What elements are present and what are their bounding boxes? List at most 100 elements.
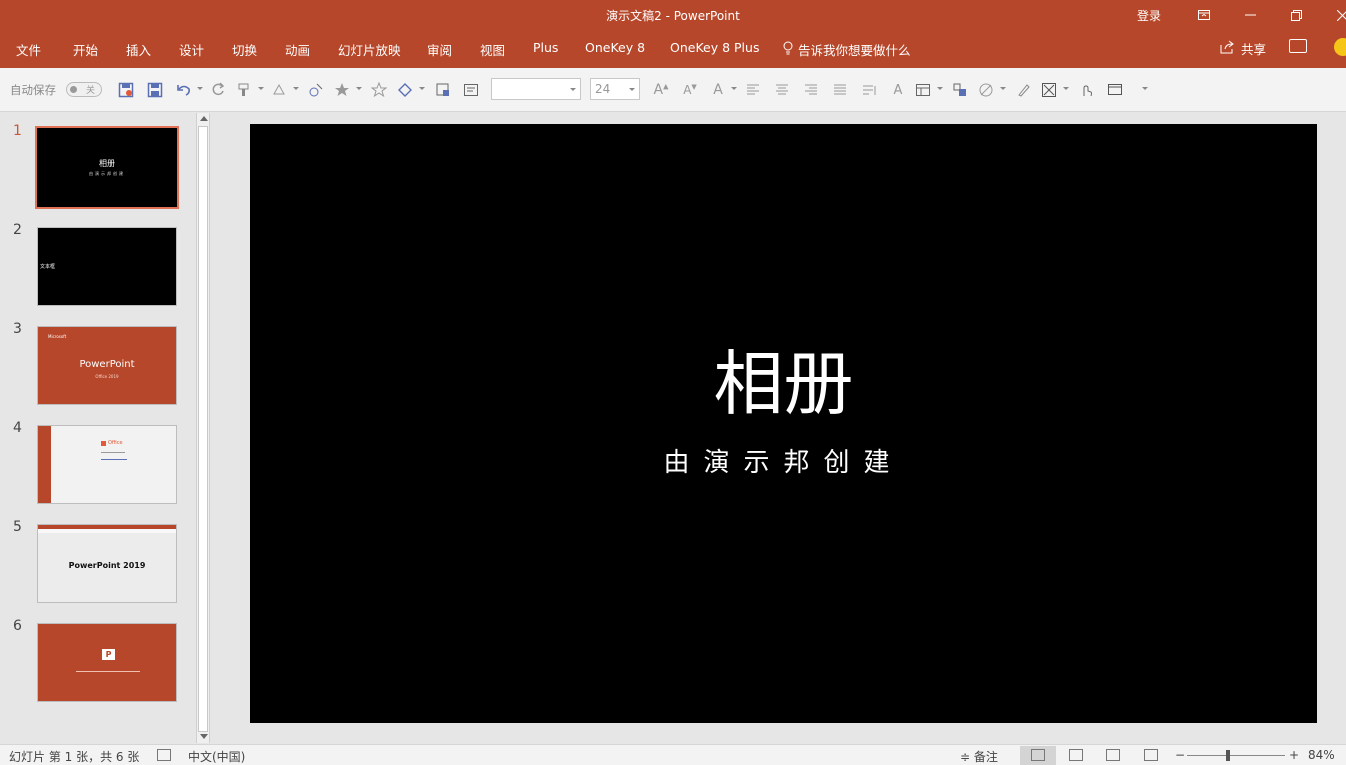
scrollbar-thumb[interactable] [198,126,208,732]
thumbnail-number: 3 [13,321,22,337]
customize-toolbar-icon[interactable] [1142,87,1148,90]
thumbnail-slide-6[interactable]: P [37,623,177,702]
zoom-in-icon[interactable]: + [1289,748,1299,762]
shape-effects-dropdown-icon[interactable] [1000,87,1006,90]
justify-icon[interactable] [831,81,849,99]
thumbnail-slide-3[interactable]: Microsoft PowerPoint Office 2019 [37,326,177,405]
save-icon[interactable] [146,81,164,99]
notes-button[interactable]: ≑ 备注 [960,748,998,765]
thumbnail-title: Office [108,440,123,446]
thumbnail-title: PowerPoint [79,359,135,370]
slide-canvas[interactable]: 相册 由演示邦创建 [250,124,1317,723]
thumbnail-slide-4[interactable]: Office [37,425,177,504]
shape-fill-icon[interactable] [270,81,288,99]
scroll-down-icon[interactable] [200,734,208,739]
slide-title[interactable]: 相册 [250,349,1317,419]
minimize-icon[interactable] [1230,0,1270,30]
zoom-out-icon[interactable]: − [1175,748,1185,762]
thumbnail-slide-1[interactable]: 相册 由演示邦创建 [35,126,179,209]
thumbnail-slide-2[interactable]: 文本框 [37,227,177,306]
clear-format-icon[interactable]: A [889,81,907,99]
slideshow-icon[interactable] [1106,81,1124,99]
align-center-icon[interactable] [773,81,791,99]
redo-icon[interactable] [209,81,227,99]
shape-effects-icon[interactable] [977,81,995,99]
bring-forward-icon[interactable] [307,81,325,99]
thumbnail-scrollbar[interactable] [196,113,210,743]
pen-icon[interactable] [1015,81,1033,99]
comment-icon[interactable] [1289,39,1307,53]
save-as-icon[interactable] [117,81,135,99]
tab-onekey8[interactable]: OneKey 8 [585,40,645,55]
zoom-slider[interactable] [1187,755,1285,756]
normal-view-button[interactable] [1020,746,1056,765]
scroll-up-icon[interactable] [200,116,208,121]
tab-home[interactable]: 开始 [73,40,98,59]
format-painter-icon[interactable] [235,81,253,99]
tell-me-search[interactable]: 告诉我你想要做什么 [782,40,911,59]
tab-transitions[interactable]: 切换 [232,40,257,59]
spellcheck-icon[interactable] [157,749,171,761]
slideshow-view-icon[interactable] [1144,749,1158,761]
shape-fill-dropdown-icon[interactable] [293,87,299,90]
thumbnail-toolbar [38,529,176,533]
ribbon-display-icon[interactable] [1184,0,1224,30]
text-box-icon[interactable] [462,81,480,99]
font-size-dropdown-icon[interactable] [629,88,635,91]
font-color-icon[interactable]: A [709,81,727,99]
thumbnail-number: 2 [13,222,22,238]
undo-icon[interactable] [175,81,193,99]
undo-dropdown-icon[interactable] [197,87,203,90]
tab-animations[interactable]: 动画 [285,40,310,59]
shapes-dropdown-icon[interactable] [419,87,425,90]
animation-icon[interactable] [370,81,388,99]
tab-review[interactable]: 审阅 [427,40,452,59]
zoom-slider-thumb[interactable] [1226,750,1231,761]
tab-insert[interactable]: 插入 [126,40,151,59]
close-icon[interactable] [1322,0,1346,30]
format-painter-dropdown-icon[interactable] [258,87,264,90]
increase-font-icon[interactable]: A▲ [652,81,670,99]
text-direction-icon[interactable] [860,81,878,99]
smiley-feedback-icon[interactable] [1334,38,1346,56]
notes-label: 备注 [973,750,998,764]
layout-icon[interactable] [914,81,932,99]
thumbnail-sidebar [38,426,51,503]
align-left-icon[interactable] [744,81,762,99]
shapes-icon[interactable] [396,81,414,99]
tab-plus[interactable]: Plus [533,40,558,55]
touch-mode-icon[interactable] [1078,81,1096,99]
tab-file[interactable]: 文件 [16,40,41,59]
restore-icon[interactable] [1276,0,1316,30]
reading-view-icon[interactable] [1106,749,1120,761]
decrease-font-icon[interactable]: A▼ [681,81,699,99]
font-name-input[interactable] [491,78,581,100]
language-indicator[interactable]: 中文(中国) [188,748,245,765]
tab-onekey8-plus[interactable]: OneKey 8 Plus [670,40,759,55]
new-slide-icon[interactable] [434,81,452,99]
tab-slideshow[interactable]: 幻灯片放映 [338,40,401,59]
arrange-icon[interactable] [951,81,969,99]
thumbnail-slide-5[interactable]: PowerPoint 2019 [37,524,177,603]
slide-subtitle[interactable]: 由演示邦创建 [250,442,1317,479]
layout-dropdown-icon[interactable] [937,87,943,90]
tab-view[interactable]: 视图 [480,40,505,59]
star-effects-icon[interactable] [333,81,351,99]
thumbnail-title: 文本框 [40,264,56,270]
font-name-dropdown-icon[interactable] [570,88,576,91]
zoom-level[interactable]: 84% [1308,748,1335,762]
normal-view-icon [1031,749,1045,761]
crop-icon[interactable] [1040,81,1058,99]
toggle-knob [70,86,77,93]
font-color-dropdown-icon[interactable] [731,87,737,90]
autosave-state: 关 [86,86,96,96]
font-size-input[interactable]: 24 [590,78,640,100]
align-right-icon[interactable] [802,81,820,99]
share-button[interactable]: 共享 [1220,39,1266,58]
autosave-toggle[interactable]: 关 [66,82,102,97]
login-button[interactable]: 登录 [1137,7,1161,24]
star-effects-dropdown-icon[interactable] [356,87,362,90]
slide-sorter-icon[interactable] [1069,749,1083,761]
crop-dropdown-icon[interactable] [1063,87,1069,90]
tab-design[interactable]: 设计 [179,40,204,59]
